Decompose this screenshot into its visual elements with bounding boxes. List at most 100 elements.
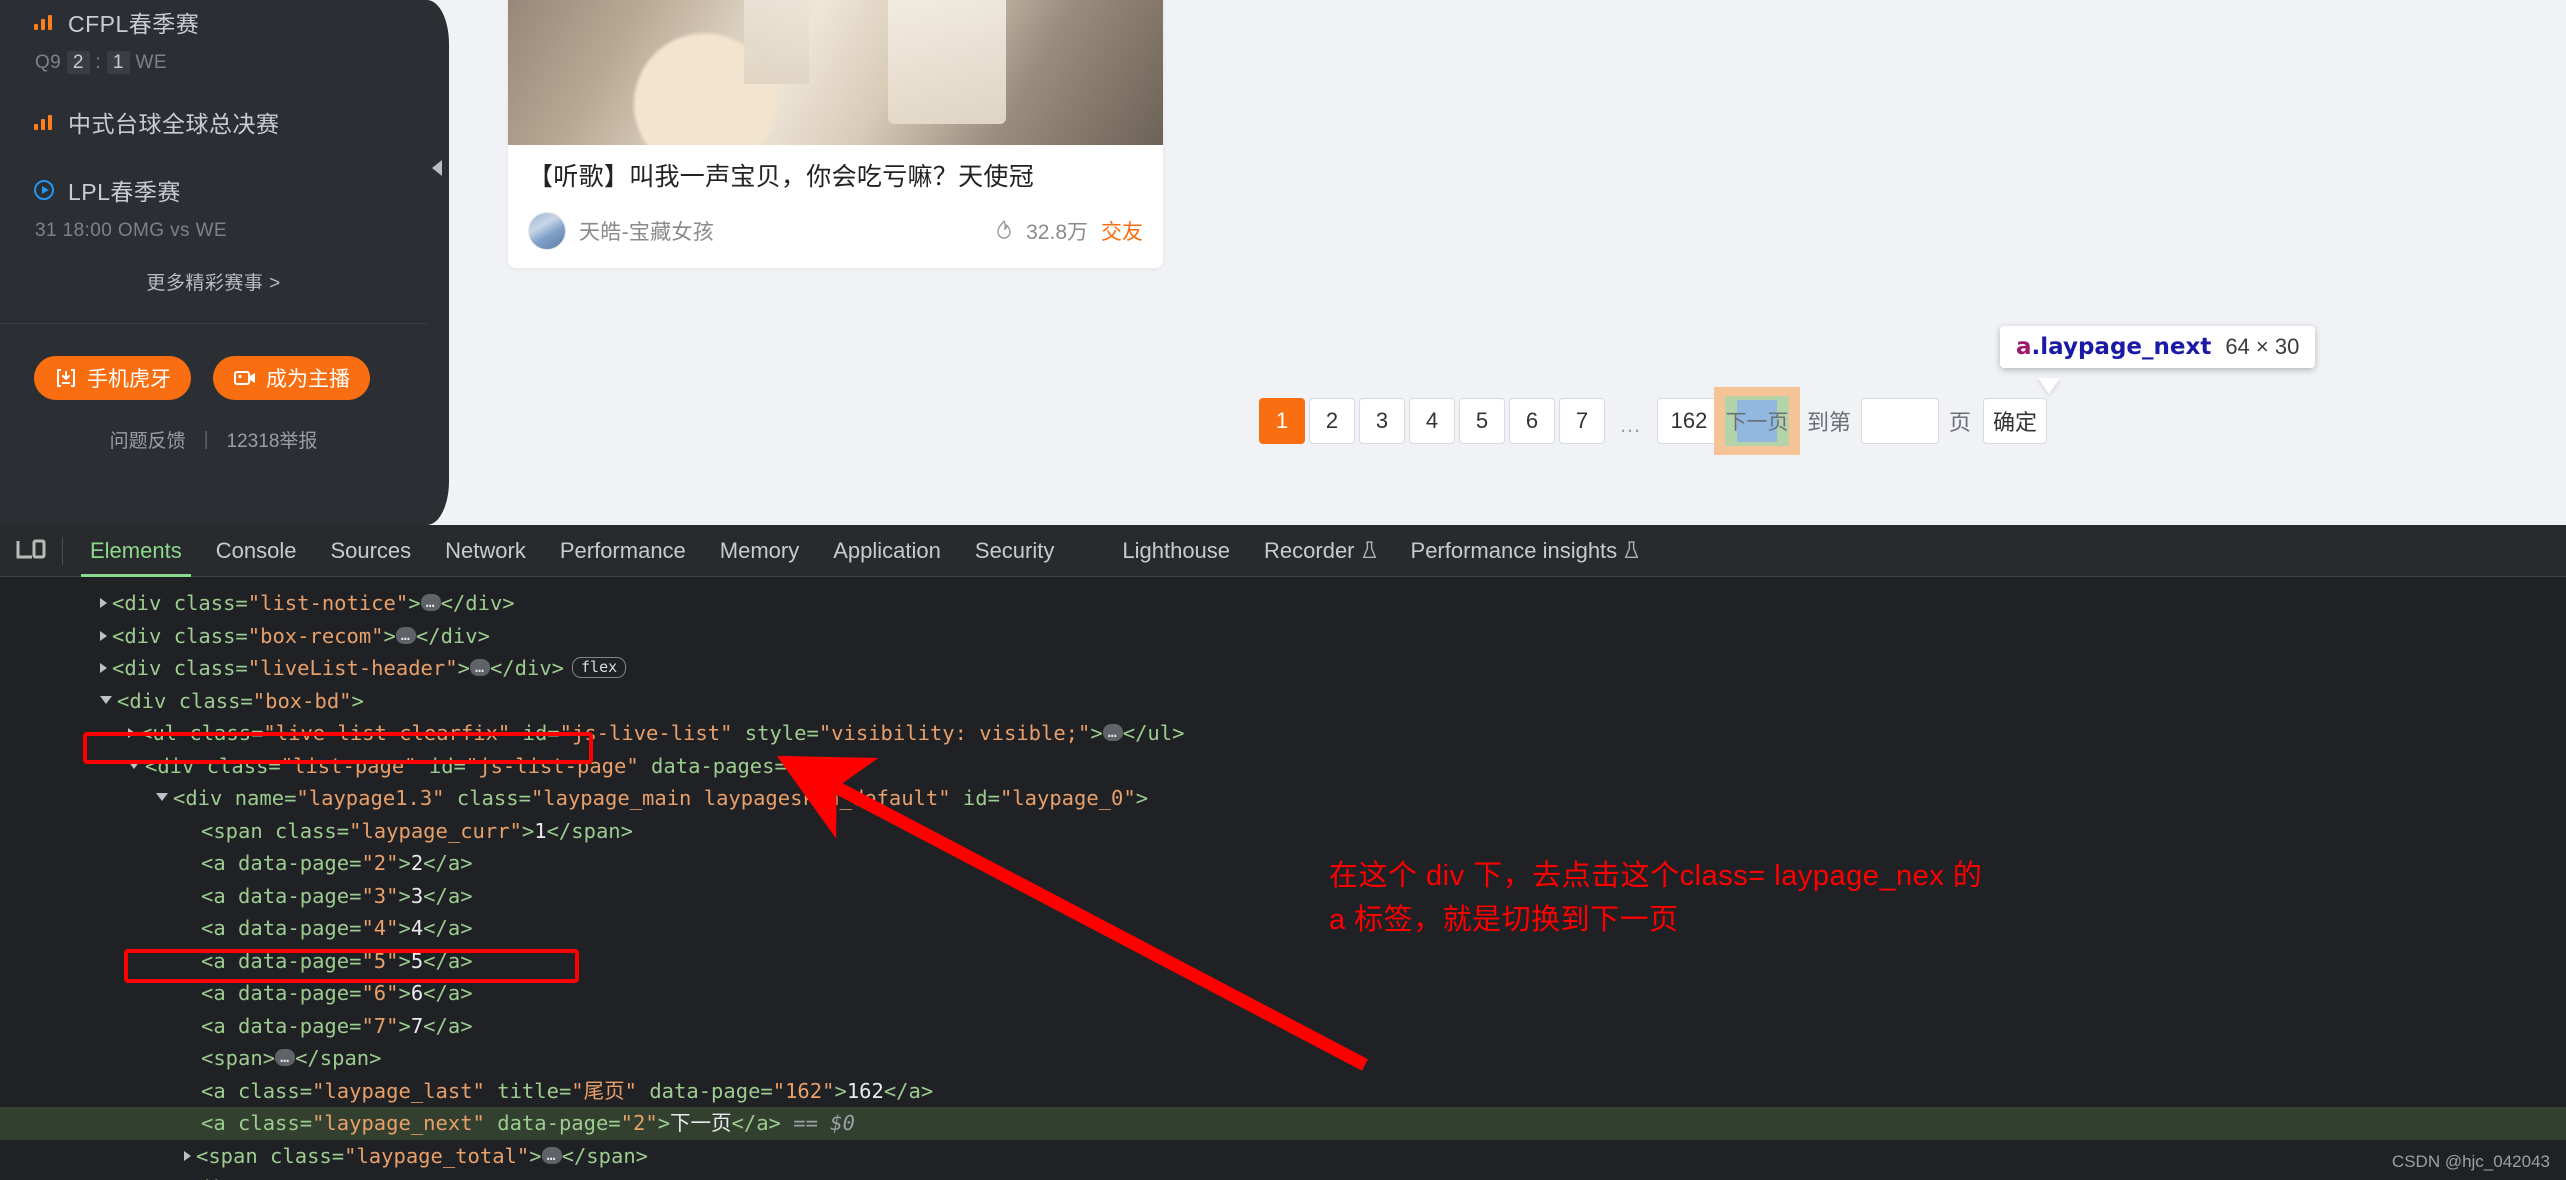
page-button-6[interactable]: 6 bbox=[1509, 398, 1555, 444]
match-item-cfpl[interactable]: CFPL春季赛 Q9 2 : 1 WE bbox=[34, 0, 393, 74]
score-a: 2 bbox=[67, 51, 90, 74]
dom-tree-line[interactable]: <div class="liveList-header">…</div>flex bbox=[0, 652, 2566, 685]
live-video-card[interactable]: 【听歌】叫我一声宝贝，你会吃亏嘛？天使冠 天皓-宝藏女孩 32.8万 交友 bbox=[508, 0, 1163, 268]
page-button-4[interactable]: 4 bbox=[1409, 398, 1455, 444]
tab-console[interactable]: Console bbox=[199, 525, 314, 577]
sidebar-footer: 问题反馈 | 12318举报 bbox=[34, 426, 393, 453]
dom-tree-line[interactable]: <div class="list-notice">…</div> bbox=[0, 587, 2566, 620]
next-page-wrapper: 下一页 bbox=[1725, 396, 1789, 446]
page-button-1[interactable]: 1 bbox=[1259, 398, 1305, 444]
report-link[interactable]: 12318举报 bbox=[227, 426, 318, 453]
annotation-text: 在这个 div 下，去点击这个class= laypage_nex 的 a 标签… bbox=[1329, 854, 2449, 942]
category-tag[interactable]: 交友 bbox=[1101, 216, 1143, 246]
tab-label: Performance insights bbox=[1411, 538, 1618, 564]
tooltip-dimensions: 64 × 30 bbox=[2225, 334, 2299, 360]
sidebar-collapse-handle[interactable] bbox=[427, 0, 449, 525]
pagination: 1 2 3 4 5 6 7 … 162 下一页 到第 页 确定 bbox=[1259, 396, 2047, 446]
tab-memory[interactable]: Memory bbox=[703, 525, 816, 577]
match-item-billiards[interactable]: 中式台球全球总决赛 bbox=[34, 100, 393, 142]
dom-tree-line[interactable]: </div> bbox=[0, 1172, 2566, 1180]
jump-page-input[interactable] bbox=[1861, 398, 1939, 444]
tab-recorder[interactable]: Recorder bbox=[1247, 525, 1393, 577]
dom-tree-line[interactable]: <a class="laypage_next" data-page="2">下一… bbox=[0, 1107, 2566, 1140]
author-name[interactable]: 天皓-宝藏女孩 bbox=[579, 216, 714, 246]
match-schedule: 31 18:00 OMG vs WE bbox=[35, 220, 393, 242]
camera-icon bbox=[233, 366, 257, 390]
tab-application[interactable]: Application bbox=[816, 525, 958, 577]
video-thumbnail[interactable] bbox=[508, 0, 1163, 145]
dom-tree-line[interactable]: <div class="box-recom">…</div> bbox=[0, 620, 2566, 653]
page-button-last[interactable]: 162 bbox=[1657, 398, 1721, 444]
tab-performance[interactable]: Performance bbox=[543, 525, 703, 577]
collapse-triangle-icon[interactable] bbox=[156, 793, 168, 806]
flask-icon bbox=[1624, 541, 1639, 560]
tab-label: Recorder bbox=[1264, 538, 1354, 564]
match-title: CFPL春季赛 bbox=[68, 5, 199, 39]
web-page-area: CFPL春季赛 Q9 2 : 1 WE 中式台球全球总决赛 bbox=[0, 0, 2566, 525]
tab-label: Lighthouse bbox=[1122, 538, 1230, 564]
sidebar-divider bbox=[0, 323, 427, 324]
page-button-5[interactable]: 5 bbox=[1459, 398, 1505, 444]
team-a: Q9 bbox=[35, 52, 61, 73]
inspect-tooltip: a.laypage_next 64 × 30 bbox=[2000, 326, 2315, 368]
watermark: CSDN @hjc_042043 bbox=[2392, 1152, 2550, 1172]
next-page-button[interactable]: 下一页 bbox=[1725, 396, 1789, 446]
feedback-link[interactable]: 问题反馈 bbox=[110, 426, 186, 453]
annotation-box-laypage-next bbox=[124, 949, 579, 983]
tooltip-tag: a bbox=[2016, 334, 2032, 360]
play-circle-icon bbox=[34, 180, 54, 200]
flask-icon bbox=[1362, 541, 1377, 560]
footer-separator: | bbox=[204, 429, 209, 451]
live-sidebar: CFPL春季赛 Q9 2 : 1 WE 中式台球全球总决赛 bbox=[0, 0, 427, 525]
tooltip-class: .laypage_next bbox=[2032, 334, 2212, 360]
video-title[interactable]: 【听歌】叫我一声宝贝，你会吃亏嘛？天使冠 bbox=[528, 161, 1143, 195]
devtools-panel: Elements Console Sources Network Perform… bbox=[0, 525, 2566, 1180]
devtools-tabbar: Elements Console Sources Network Perform… bbox=[0, 525, 2566, 577]
tab-performance-insights[interactable]: Performance insights bbox=[1394, 525, 1657, 577]
tab-label: Security bbox=[975, 538, 1054, 564]
match-title: LPL春季赛 bbox=[68, 173, 181, 207]
tab-label: Console bbox=[216, 538, 297, 564]
become-streamer-button[interactable]: 成为主播 bbox=[213, 356, 370, 400]
tab-lighthouse[interactable]: Lighthouse bbox=[1105, 525, 1247, 577]
tab-sources[interactable]: Sources bbox=[313, 525, 428, 577]
tooltip-arrow bbox=[2038, 378, 2060, 394]
expand-triangle-icon[interactable] bbox=[100, 663, 107, 673]
tab-label: Memory bbox=[720, 538, 799, 564]
page-button-2[interactable]: 2 bbox=[1309, 398, 1355, 444]
expand-triangle-icon[interactable] bbox=[184, 1151, 191, 1161]
annotation-box-list-page bbox=[83, 732, 593, 764]
pagination-ellipsis: … bbox=[1609, 398, 1653, 444]
screenshot-root: CFPL春季赛 Q9 2 : 1 WE 中式台球全球总决赛 bbox=[0, 0, 2566, 1180]
collapse-triangle-icon[interactable] bbox=[100, 696, 112, 709]
confirm-button[interactable]: 确定 bbox=[1983, 398, 2047, 444]
tab-label: Sources bbox=[330, 538, 411, 564]
hot-count: 32.8万 bbox=[1026, 216, 1088, 246]
page-button-3[interactable]: 3 bbox=[1359, 398, 1405, 444]
signal-bars-icon bbox=[34, 114, 54, 130]
team-b: WE bbox=[136, 52, 167, 73]
tab-label: Performance bbox=[560, 538, 686, 564]
dom-tree-line[interactable]: <div class="box-bd"> bbox=[0, 685, 2566, 718]
flex-badge[interactable]: flex bbox=[572, 657, 626, 678]
tab-elements[interactable]: Elements bbox=[73, 525, 199, 577]
page-button-7[interactable]: 7 bbox=[1559, 398, 1605, 444]
flame-icon bbox=[995, 220, 1013, 242]
mobile-app-button[interactable]: 手机虎牙 bbox=[34, 356, 191, 400]
dom-tree-line[interactable]: <span class="laypage_total">…</span> bbox=[0, 1140, 2566, 1173]
avatar[interactable] bbox=[528, 212, 566, 250]
more-events-link[interactable]: 更多精彩赛事 > bbox=[34, 268, 393, 295]
chevron-left-icon[interactable] bbox=[432, 160, 442, 176]
device-toolbar-icon[interactable] bbox=[14, 537, 48, 565]
match-score-line: Q9 2 : 1 WE bbox=[35, 52, 393, 74]
expand-triangle-icon[interactable] bbox=[100, 598, 107, 608]
signal-bars-icon bbox=[34, 14, 54, 30]
score-b: 1 bbox=[107, 51, 130, 74]
expand-triangle-icon[interactable] bbox=[100, 631, 107, 641]
tab-label: Elements bbox=[90, 538, 182, 564]
toolbar-separator bbox=[62, 537, 63, 565]
tab-network[interactable]: Network bbox=[428, 525, 543, 577]
jump-label: 到第 bbox=[1807, 405, 1851, 437]
tab-security[interactable]: Security bbox=[958, 525, 1071, 577]
match-item-lpl[interactable]: LPL春季赛 31 18:00 OMG vs WE bbox=[34, 168, 393, 242]
